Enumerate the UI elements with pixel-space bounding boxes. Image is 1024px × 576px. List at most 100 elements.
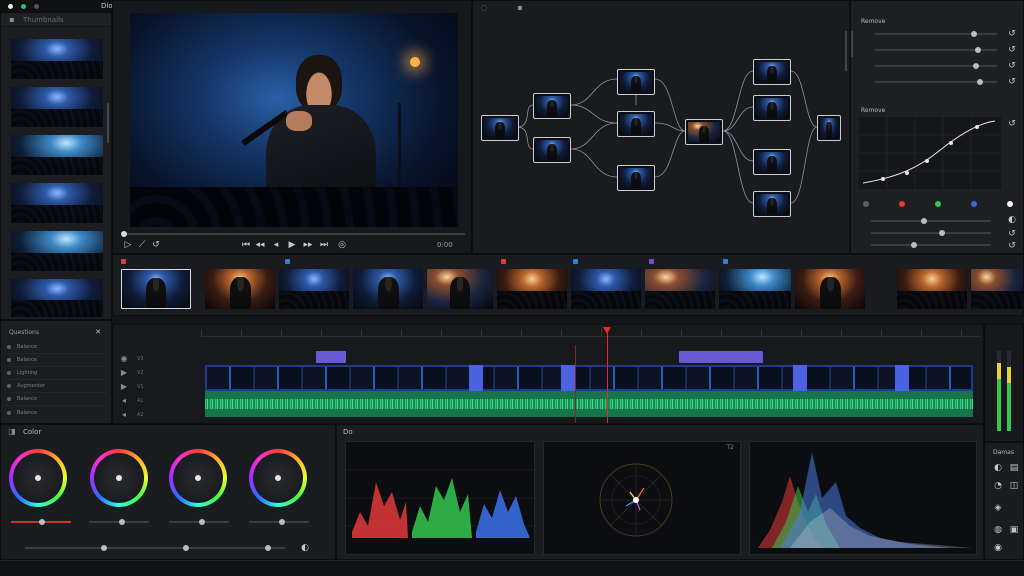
reset-icon-5[interactable]: ↺ <box>1007 229 1017 239</box>
list-item[interactable]: Augmenter <box>7 380 107 393</box>
tool-icon-5[interactable]: ◈ <box>993 503 1003 513</box>
gain-wheel[interactable] <box>169 449 227 507</box>
gamma-wheel[interactable] <box>90 449 148 507</box>
step-forward-button[interactable]: ▸▸ <box>303 239 313 251</box>
trim-icon[interactable]: ⟋ <box>137 239 147 251</box>
title-clip-1[interactable] <box>316 351 346 363</box>
track-eye-icon[interactable]: ◉ <box>119 354 129 364</box>
node-input[interactable] <box>481 115 519 141</box>
viewer-frame[interactable] <box>130 13 458 227</box>
list-item[interactable]: Balance <box>7 406 107 419</box>
contrast-slider[interactable] <box>25 545 285 551</box>
step-back-button[interactable]: ◂◂ <box>255 239 265 251</box>
tool-icon-4[interactable]: ◫ <box>1009 481 1019 491</box>
title-clip-2[interactable] <box>679 351 763 363</box>
tool-icon-8[interactable]: ◉ <box>993 543 1003 553</box>
list-item[interactable]: Balance <box>7 393 107 406</box>
curves-scrollbar[interactable] <box>851 31 853 57</box>
node-01[interactable] <box>533 93 571 119</box>
color-wheels-icon[interactable]: ◨ <box>7 427 17 437</box>
loop-toggle-button[interactable]: ◎ <box>337 239 347 251</box>
bypass-icon[interactable]: ◐ <box>1007 215 1017 225</box>
clip-strip-thumb-4[interactable] <box>427 269 493 309</box>
tool-icon-3[interactable]: ◔ <box>993 481 1003 491</box>
media-thumb-2[interactable] <box>11 87 103 127</box>
clip-strip-thumb-10[interactable] <box>897 269 967 309</box>
reset-icon-6[interactable]: ↺ <box>1007 241 1017 251</box>
lift-master-slider[interactable] <box>11 519 71 525</box>
tool-icon-7[interactable]: ▣ <box>1009 525 1019 535</box>
clip-strip-thumb-5[interactable] <box>497 269 567 309</box>
video-track[interactable] <box>205 365 973 391</box>
lift-wheel[interactable] <box>9 449 67 507</box>
node-09[interactable] <box>753 149 791 175</box>
track-header[interactable]: ◂ A1 <box>119 395 144 407</box>
curve-reset-icon[interactable]: ↺ <box>1007 119 1017 129</box>
gamma-master-slider[interactable] <box>89 519 149 525</box>
waveform-scope[interactable] <box>345 441 536 555</box>
tool-icon-1[interactable]: ◐ <box>993 463 1003 473</box>
wheel-reset-icon[interactable]: ◐ <box>299 543 311 553</box>
track-eye-icon[interactable]: ▶ <box>119 382 129 392</box>
play-button[interactable]: ▶ <box>287 239 297 251</box>
offset-master-slider[interactable] <box>249 519 309 525</box>
histogram-scope[interactable] <box>749 441 977 555</box>
offset-wheel[interactable] <box>249 449 307 507</box>
node-08[interactable] <box>753 95 791 121</box>
node-06[interactable] <box>685 119 723 145</box>
reset-icon-4[interactable]: ↺ <box>1007 77 1017 87</box>
viewer-scrubber[interactable] <box>121 231 465 237</box>
track-header[interactable]: ▶ V2 <box>119 367 144 379</box>
track-eye-icon[interactable]: ▶ <box>119 368 129 378</box>
playhead[interactable] <box>603 327 611 423</box>
reset-icon-1[interactable]: ↺ <box>1007 29 1017 39</box>
clip-strip-thumb-6[interactable] <box>571 269 641 309</box>
list-item[interactable]: Balance <box>7 354 107 367</box>
clip-strip-thumb-7[interactable] <box>645 269 715 309</box>
skip-start-button[interactable]: ⏮ <box>241 239 251 251</box>
track-speaker-icon[interactable]: ◂ <box>119 410 129 420</box>
curve-slider-4[interactable] <box>875 79 997 85</box>
clip-strip-thumb-11[interactable] <box>971 269 1023 309</box>
channel-red-icon[interactable] <box>899 201 905 207</box>
track-header[interactable]: ▶ V1 <box>119 381 144 393</box>
reset-icon-2[interactable]: ↺ <box>1007 45 1017 55</box>
loop-icon[interactable]: ↺ <box>151 239 161 251</box>
clip-strip-thumb-1[interactable] <box>205 269 275 309</box>
play-mode-icon[interactable]: ▷ <box>123 239 133 251</box>
clip-strip-thumb-selected[interactable] <box>121 269 191 309</box>
track-header[interactable]: ◂ A2 <box>119 409 144 421</box>
list-item[interactable]: Lighting <box>7 367 107 380</box>
media-thumb-5[interactable] <box>11 231 103 271</box>
node-04[interactable] <box>617 111 655 137</box>
media-scrollbar[interactable] <box>107 103 109 143</box>
media-thumb-6[interactable] <box>11 279 103 317</box>
curve-slider-5[interactable] <box>871 218 991 224</box>
curve-graph[interactable] <box>859 117 1001 189</box>
node-scrollbar[interactable] <box>845 31 847 71</box>
audio-track[interactable] <box>205 391 973 417</box>
clip-strip-thumb-2[interactable] <box>279 269 349 309</box>
clip-strip-thumb-9[interactable] <box>795 269 865 309</box>
left-list-close-icon[interactable]: ✕ <box>93 327 103 337</box>
tool-icon-2[interactable]: ▤ <box>1009 463 1019 473</box>
curve-slider-3[interactable] <box>875 63 997 69</box>
tool-icon-6[interactable]: ◍ <box>993 525 1003 535</box>
track-header[interactable]: ◉ V3 <box>119 353 144 365</box>
curve-slider-7[interactable] <box>871 242 991 248</box>
channel-blue-icon[interactable] <box>971 201 977 207</box>
media-thumb-1[interactable] <box>11 39 103 79</box>
vectorscope[interactable]: T2 <box>543 441 741 555</box>
channel-green-icon[interactable] <box>935 201 941 207</box>
clip-strip-thumb-3[interactable] <box>353 269 423 309</box>
node-10[interactable] <box>753 191 791 217</box>
media-thumb-4[interactable] <box>11 183 103 223</box>
node-output[interactable] <box>817 115 841 141</box>
curve-slider-1[interactable] <box>875 31 997 37</box>
track-speaker-icon[interactable]: ◂ <box>119 396 129 406</box>
node-07[interactable] <box>753 59 791 85</box>
list-item[interactable]: Balance <box>7 341 107 354</box>
timeline-ruler[interactable] <box>201 329 981 337</box>
gain-master-slider[interactable] <box>169 519 229 525</box>
curve-slider-2[interactable] <box>875 47 997 53</box>
